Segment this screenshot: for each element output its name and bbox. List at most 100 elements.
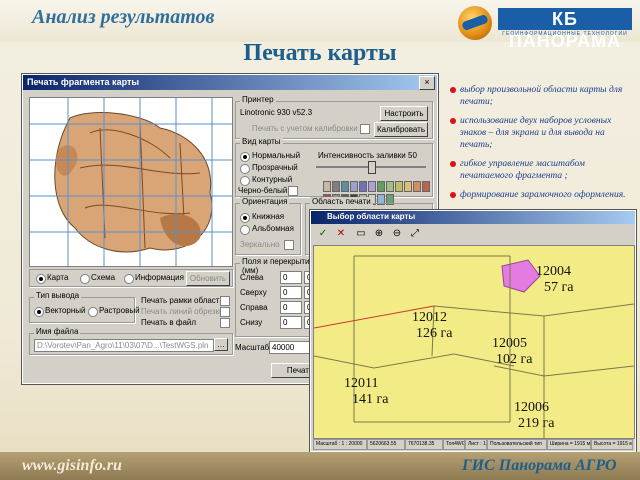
status-scale: Масштаб : 1 : 20000 xyxy=(313,439,367,450)
fit-icon[interactable]: ⤢ xyxy=(407,226,423,242)
portrait-label: Книжная xyxy=(252,212,285,221)
parcel-id: 12004 xyxy=(536,264,571,279)
product-name: ГИС Панорама АГРО xyxy=(462,457,617,474)
map-preview[interactable] xyxy=(29,97,233,267)
status-type: Пользовательский тип xyxy=(487,439,547,450)
close-icon[interactable]: ✕ xyxy=(333,226,349,242)
show-info-label: Информация xyxy=(135,273,184,282)
view-normal-radio[interactable] xyxy=(240,152,250,162)
map-area-image xyxy=(314,255,634,438)
color-swatch[interactable] xyxy=(404,181,412,192)
color-swatch[interactable] xyxy=(341,181,349,192)
view-contour-label: Контурный xyxy=(252,175,293,184)
browse-button[interactable]: … xyxy=(214,338,228,351)
view-legend: Вид карты xyxy=(240,137,283,146)
printer-group: Принтер Linotronic 930 v52.3 Настроить П… xyxy=(235,95,433,139)
color-swatch[interactable] xyxy=(377,181,385,192)
print-to-file-label: Печать в файл xyxy=(141,318,197,327)
print-to-file-checkbox[interactable] xyxy=(220,318,230,328)
dialog2-statusbar: Масштаб : 1 : 20000 5620663.55 7670138.3… xyxy=(313,439,633,450)
show-scheme-radio[interactable] xyxy=(80,274,90,284)
raster-radio[interactable] xyxy=(88,307,98,317)
color-swatch[interactable] xyxy=(413,181,421,192)
dialog-title: Печать фрагмента карты xyxy=(27,77,140,87)
feature-item: формирование зарамочного оформления. xyxy=(450,189,636,201)
filename-legend: Имя файла xyxy=(34,327,81,336)
vector-radio[interactable] xyxy=(34,307,44,317)
print-cutlines-label: Печать линий обрезки xyxy=(141,307,224,316)
show-scheme-label: Схема xyxy=(91,273,116,282)
parcel-id: 12005 xyxy=(492,336,527,351)
color-swatch[interactable] xyxy=(368,181,376,192)
color-swatch[interactable] xyxy=(395,181,403,192)
status-y: 7670138.35 xyxy=(405,439,443,450)
color-swatch[interactable] xyxy=(350,181,358,192)
intensity-value: 50 xyxy=(408,151,417,160)
close-button[interactable]: × xyxy=(419,76,435,90)
parcel-area: 102 га xyxy=(496,352,533,367)
dialog2-toolbar: ✓ ✕ ▭ ⊕ ⊖ ⤢ xyxy=(313,226,633,244)
show-info-radio[interactable] xyxy=(124,274,134,284)
show-map-radio[interactable] xyxy=(36,274,46,284)
color-swatch[interactable] xyxy=(422,181,430,192)
parcel-area: 219 га xyxy=(518,416,555,431)
orientation-legend: Ориентация xyxy=(240,197,290,206)
zoom-out-icon[interactable]: ⊖ xyxy=(389,226,405,242)
margin-right-input[interactable]: 0 xyxy=(280,301,302,314)
rect-select-icon[interactable]: ▭ xyxy=(353,226,369,242)
zoom-in-icon[interactable]: ⊕ xyxy=(371,226,387,242)
filename-field[interactable]: D:\Vorotev\Pan_Agro\11\03\07\D...\TestWG… xyxy=(34,339,214,352)
parcel-12011: 12011 141 га xyxy=(344,376,388,408)
color-swatch[interactable] xyxy=(359,181,367,192)
status-height: Высота = 1915 м xyxy=(591,439,633,450)
color-swatch[interactable] xyxy=(332,181,340,192)
check-icon[interactable]: ✓ xyxy=(315,226,331,242)
printer-setup-button[interactable]: Настроить xyxy=(380,106,428,121)
company-logo: КБ ПАНОРАМА ГЕОИНФОРМАЦИОННЫЕ ТЕХНОЛОГИИ xyxy=(458,6,634,51)
website-link[interactable]: www.gisinfo.ru xyxy=(22,457,122,475)
dialog2-title: Выбор области карты xyxy=(327,212,416,221)
margin-bottom-label: Снизу xyxy=(240,318,263,327)
dialog-titlebar: Печать фрагмента карты × xyxy=(23,75,437,90)
color-swatch[interactable] xyxy=(386,181,394,192)
parcel-id: 12012 xyxy=(412,310,447,325)
bw-checkbox[interactable] xyxy=(288,186,298,196)
landscape-radio[interactable] xyxy=(240,225,250,235)
printer-legend: Принтер xyxy=(240,95,276,104)
logo-text: КБ ПАНОРАМА xyxy=(498,8,632,51)
show-map-label: Карта xyxy=(47,273,69,282)
margin-top-input[interactable]: 0 xyxy=(280,286,302,299)
portrait-radio[interactable] xyxy=(240,213,250,223)
status-width: Ширина = 1915 м xyxy=(547,439,591,450)
calibration-checkbox[interactable] xyxy=(360,124,370,134)
refresh-button[interactable]: Обновить xyxy=(186,271,230,286)
status-map: Топ4WG xyxy=(443,439,465,450)
margin-bottom-input[interactable]: 0 xyxy=(280,316,302,329)
print-cutlines-checkbox[interactable] xyxy=(220,307,230,317)
view-transparent-label: Прозрачный xyxy=(252,163,298,172)
view-transparent-radio[interactable] xyxy=(240,164,250,174)
scale-label: Масштаб xyxy=(235,343,270,352)
slide-subtitle: Анализ результатов xyxy=(32,6,215,28)
parcel-12012: 12012 126 га xyxy=(412,310,452,342)
parcel-12006: 12006 219 га xyxy=(514,400,554,432)
feature-item: выбор произвольной области карты для печ… xyxy=(450,84,636,108)
dialog2-titlebar: Выбор области карты xyxy=(311,211,635,224)
mirror-label: Зеркально xyxy=(240,240,280,249)
map-area-view[interactable]: 12004 57 га 12012 126 га 12005 102 га 12… xyxy=(313,245,635,439)
map-area-dialog: Выбор области карты ✓ ✕ ▭ ⊕ ⊖ ⤢ 12004 57… xyxy=(309,209,637,453)
printer-name: Linotronic 930 v52.3 xyxy=(240,108,313,117)
output-type-group: Тип вывода Векторный Растровый xyxy=(29,291,140,323)
view-contour-radio[interactable] xyxy=(240,176,250,186)
calibrate-button[interactable]: Калибровать xyxy=(374,122,428,137)
print-frame-label: Печать рамки области xyxy=(141,296,224,305)
calibration-label: Печать с учетом калибровки xyxy=(252,124,358,133)
print-frame-checkbox[interactable] xyxy=(220,296,230,306)
raster-label: Растровый xyxy=(99,306,140,315)
parcel-id: 12006 xyxy=(514,400,549,415)
slide-title: Печать карты xyxy=(243,40,397,66)
margin-left-input[interactable]: 0 xyxy=(280,271,302,284)
intensity-slider-thumb[interactable] xyxy=(368,161,376,174)
color-swatch[interactable] xyxy=(323,181,331,192)
mirror-checkbox[interactable] xyxy=(284,240,294,250)
